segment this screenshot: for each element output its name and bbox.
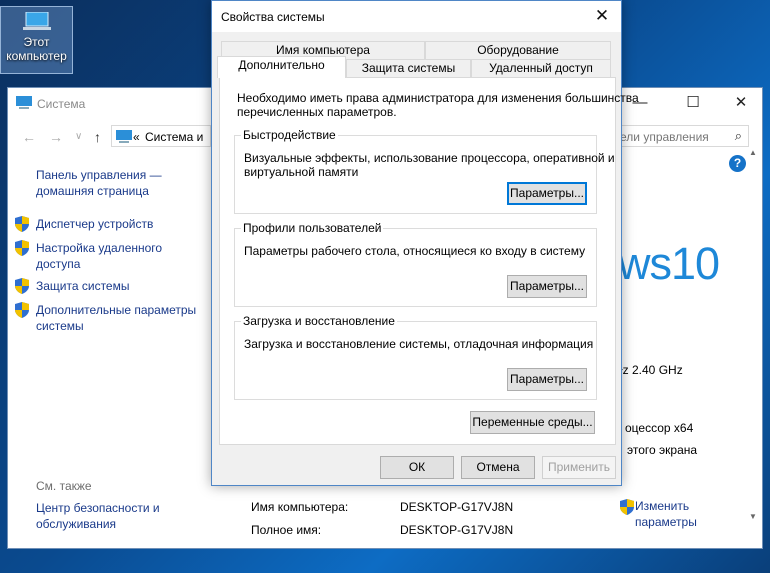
computer-name-label: Имя компьютера: — [251, 500, 349, 514]
computer-icon — [22, 11, 51, 30]
pen-touch-info: этого экрана — [627, 443, 698, 457]
performance-group-title: Быстродействие — [241, 128, 338, 142]
address-box[interactable]: « Система и — [111, 125, 211, 147]
back-arrow-icon[interactable]: ← — [22, 129, 36, 145]
control-panel-icon — [116, 130, 132, 143]
windows-logo-text: ws10 — [618, 238, 720, 289]
tab-advanced[interactable]: Дополнительно — [217, 56, 346, 78]
address-text: Система и — [145, 130, 204, 144]
sidebar-home-link[interactable]: Панель управления — домашняя страница — [36, 167, 162, 199]
system-type: оцессор x64 — [625, 421, 694, 435]
sidebar-item-label-line2: доступа — [36, 257, 81, 271]
change-settings-line1: Изменить — [635, 499, 690, 513]
forward-arrow-icon[interactable]: → — [49, 129, 63, 145]
user-profiles-group: Профили пользователей Параметры рабочего… — [234, 221, 597, 307]
shield-icon — [15, 278, 29, 294]
performance-desc-line2: виртуальной памяти — [244, 165, 359, 179]
maximize-button[interactable]: ☐ — [681, 92, 705, 114]
system-properties-dialog: Свойства системы ✕ Имя компьютера Оборуд… — [211, 0, 639, 486]
sidebar-item-label: Диспетчер устройств — [36, 217, 154, 231]
scrollbar[interactable]: ▲ ▼ — [745, 148, 761, 528]
performance-group: Быстродействие Визуальные эффекты, испол… — [234, 128, 615, 214]
dialog-titlebar: Свойства системы ✕ — [212, 1, 621, 32]
system-window-title: Система — [37, 97, 86, 111]
startup-recovery-group: Загрузка и восстановление Загрузка и вос… — [234, 314, 597, 400]
help-icon[interactable]: ? — [729, 155, 746, 172]
search-icon: ⌕ — [734, 128, 742, 143]
shield-icon — [15, 240, 29, 256]
desktop-this-pc-icon[interactable]: Этот компьютер — [0, 6, 73, 74]
startup-recovery-group-title: Загрузка и восстановление — [241, 314, 397, 328]
user-profiles-group-title: Профили пользователей — [241, 221, 384, 235]
cancel-button[interactable]: Отмена — [461, 456, 535, 479]
apply-button[interactable]: Применить — [542, 456, 616, 479]
shield-icon — [620, 499, 634, 515]
desktop-icon-label-line1: Этот — [23, 35, 50, 49]
close-button[interactable]: ✕ — [729, 92, 753, 114]
tab-system-protection[interactable]: Защита системы — [346, 59, 471, 78]
shield-icon — [15, 216, 29, 232]
see-also-heading: См. также — [36, 479, 92, 493]
user-profiles-settings-button[interactable]: Параметры... — [507, 275, 587, 298]
scroll-up-icon[interactable]: ▲ — [749, 148, 757, 157]
dialog-title: Свойства системы — [221, 10, 325, 24]
security-center-line2: обслуживания — [36, 517, 117, 531]
startup-recovery-settings-button[interactable]: Параметры... — [507, 368, 587, 391]
sidebar-home-line1: Панель управления — — [36, 168, 162, 182]
system-icon — [16, 96, 32, 109]
change-settings-line2: параметры — [635, 515, 697, 529]
tab-hardware[interactable]: Оборудование — [425, 41, 611, 60]
full-name-label: Полное имя: — [251, 523, 322, 537]
up-arrow-icon[interactable]: ↑ — [94, 129, 101, 145]
security-center-link[interactable]: Центр безопасности и обслуживания — [36, 500, 160, 532]
ok-button[interactable]: ОК — [380, 456, 454, 479]
search-placeholder: ели управления — [620, 130, 709, 144]
tab-panel-advanced: Необходимо иметь права администратора дл… — [219, 77, 639, 445]
security-center-line1: Центр безопасности и — [36, 501, 160, 515]
environment-variables-button[interactable]: Переменные среды... — [470, 411, 595, 434]
cpu-frequency: łz 2.40 GHz — [620, 363, 683, 377]
desktop-icon-label-line2: компьютер — [6, 49, 67, 63]
scroll-down-icon[interactable]: ▼ — [749, 512, 757, 521]
sidebar-home-line2: домашняя страница — [36, 184, 149, 198]
startup-recovery-desc: Загрузка и восстановление системы, отлад… — [244, 337, 594, 351]
address-prefix: « — [133, 130, 140, 144]
user-profiles-desc: Параметры рабочего стола, относящиеся ко… — [244, 244, 586, 258]
dialog-close-button[interactable]: ✕ — [591, 6, 613, 28]
search-input[interactable]: ели управления ⌕ — [613, 125, 749, 147]
performance-settings-button[interactable]: Параметры... — [507, 182, 587, 205]
recent-chevron-icon[interactable]: ∨ — [75, 131, 82, 142]
sidebar-item-label: Защита системы — [36, 279, 130, 293]
admin-note-line1: Необходимо иметь права администратора дл… — [237, 91, 639, 105]
full-name-value: DESKTOP-G17VJ8N — [400, 523, 514, 537]
computer-name-value: DESKTOP-G17VJ8N — [400, 500, 514, 514]
performance-desc: Визуальные эффекты, использование процес… — [244, 151, 615, 179]
tab-remote[interactable]: Удаленный доступ — [471, 59, 611, 78]
admin-note: Необходимо иметь права администратора дл… — [237, 91, 639, 119]
admin-note-line2: перечисленных параметров. — [237, 105, 397, 119]
sidebar-item-label-line1: Настройка удаленного — [36, 241, 163, 255]
shield-icon — [15, 302, 29, 318]
sidebar-item-label-line2: системы — [36, 319, 84, 333]
sidebar-item-label-line1: Дополнительные параметры — [36, 303, 197, 317]
performance-desc-line1: Визуальные эффекты, использование процес… — [244, 151, 615, 165]
